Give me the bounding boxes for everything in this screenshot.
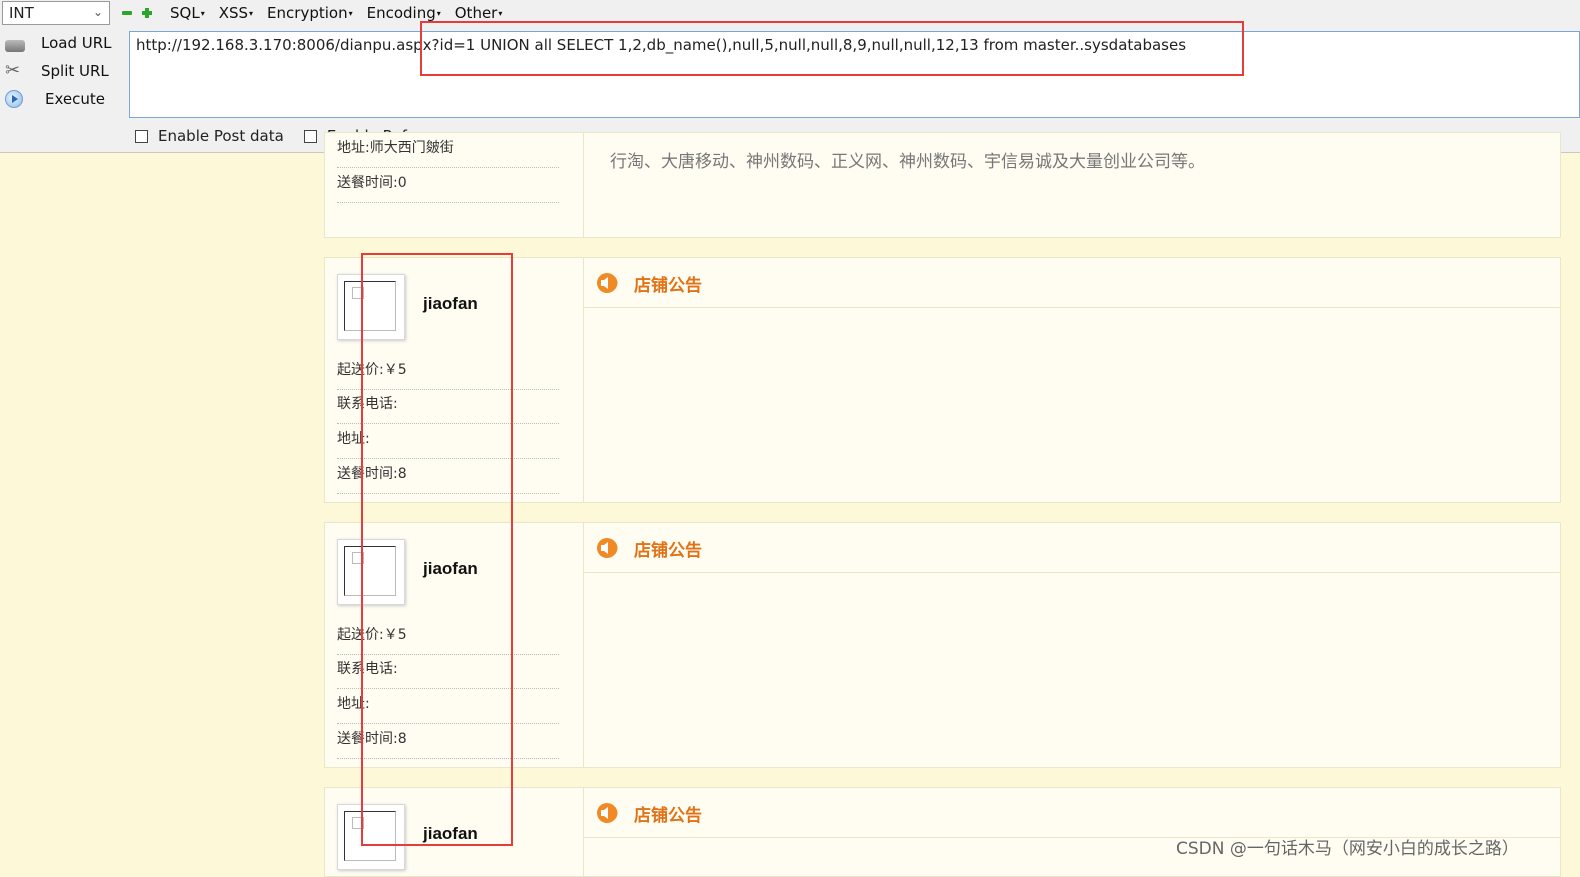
shop-min-price: 起送价:￥5 xyxy=(337,620,559,655)
menu-xss[interactable]: XSS▾ xyxy=(219,4,253,22)
broken-image-icon xyxy=(352,287,364,299)
divider xyxy=(584,307,1560,308)
split-url-label: Split URL xyxy=(41,62,109,80)
broken-image-icon xyxy=(352,817,364,829)
speaker-icon xyxy=(597,273,618,293)
execute-button[interactable]: Execute xyxy=(0,86,125,114)
notice-title: 店铺公告 xyxy=(634,805,702,826)
execute-label: Execute xyxy=(45,90,105,108)
menu-other[interactable]: Other▾ xyxy=(455,4,503,22)
shop-card-partial: 地址:师大西门皴街 送餐时间:0 行淘、大唐移动、神州数码、正义网、神州数码、宇… xyxy=(324,132,1561,238)
shop-notice: 行淘、大唐移动、神州数码、正义网、神州数码、宇信易诚及大量创业公司等。 xyxy=(584,133,1560,237)
split-url-button[interactable]: ✂ Split URL xyxy=(0,58,125,86)
chevron-down-icon: ⌄ xyxy=(92,5,103,19)
shop-name[interactable]: jiaofan xyxy=(423,824,478,844)
shop-delivery-time: 送餐时间:8 xyxy=(337,724,559,759)
divider xyxy=(584,572,1560,573)
menu-encryption[interactable]: Encryption▾ xyxy=(267,4,353,22)
enable-post-checkbox[interactable]: Enable Post data xyxy=(135,127,284,145)
load-url-icon xyxy=(5,40,25,52)
notice-header: 店铺公告 xyxy=(596,272,702,296)
hackbar-actions: Load URL ✂ Split URL Execute xyxy=(0,30,125,114)
checkbox-box[interactable] xyxy=(303,129,317,143)
shop-info: jiaofan 起送价:￥5 联系电话: 地址: 送餐时间:8 xyxy=(325,523,584,767)
shop-address: 地址: xyxy=(337,689,559,724)
notice-title: 店铺公告 xyxy=(634,275,702,296)
page-content: 地址:师大西门皴街 送餐时间:0 行淘、大唐移动、神州数码、正义网、神州数码、宇… xyxy=(0,132,1580,877)
plus-icon[interactable] xyxy=(140,6,154,20)
type-select-value: INT xyxy=(9,4,34,22)
shop-min-price: 起送价:￥5 xyxy=(337,355,559,390)
shop-image[interactable] xyxy=(337,539,405,605)
notice-text: 行淘、大唐移动、神州数码、正义网、神州数码、宇信易诚及大量创业公司等。 xyxy=(610,152,1205,172)
shop-info: jiaofan xyxy=(325,788,584,876)
shop-address: 地址:师大西门皴街 xyxy=(337,133,559,168)
broken-image-icon xyxy=(352,552,364,564)
checkbox-box[interactable] xyxy=(135,129,148,143)
speaker-icon xyxy=(597,803,618,823)
shop-name[interactable]: jiaofan xyxy=(423,294,478,314)
shop-info: 地址:师大西门皴街 送餐时间:0 xyxy=(325,133,584,237)
shop-info: jiaofan 起送价:￥5 联系电话: 地址: 送餐时间:8 xyxy=(325,258,584,502)
shop-address: 地址: xyxy=(337,424,559,459)
notice-header: 店铺公告 xyxy=(596,802,702,826)
shop-image[interactable] xyxy=(337,274,405,340)
menu-sql[interactable]: SQL▾ xyxy=(170,4,205,22)
menu-encoding[interactable]: Encoding▾ xyxy=(367,4,441,22)
scissors-icon: ✂ xyxy=(5,60,21,81)
watermark: CSDN @一句话木马（网安小白的成长之路） xyxy=(1176,839,1519,859)
shop-card: jiaofan 起送价:￥5 联系电话: 地址: 送餐时间:8 店铺公告 xyxy=(324,522,1561,768)
shop-card: jiaofan 起送价:￥5 联系电话: 地址: 送餐时间:8 店铺公告 xyxy=(324,257,1561,503)
notice-header: 店铺公告 xyxy=(596,537,702,561)
shop-delivery-time: 送餐时间:0 xyxy=(337,168,559,203)
minus-icon[interactable] xyxy=(120,6,134,20)
shop-phone: 联系电话: xyxy=(337,654,559,689)
hackbar-menubar: SQL▾ XSS▾ Encryption▾ Encoding▾ Other▾ xyxy=(120,2,506,24)
shop-phone: 联系电话: xyxy=(337,389,559,424)
type-select[interactable]: INT ⌄ xyxy=(2,1,110,25)
shop-card: jiaofan 店铺公告 xyxy=(324,787,1561,877)
load-url-label: Load URL xyxy=(41,34,112,52)
shop-delivery-time: 送餐时间:8 xyxy=(337,459,559,494)
shop-image[interactable] xyxy=(337,804,405,870)
shop-notice: 店铺公告 xyxy=(584,258,1560,502)
speaker-icon xyxy=(597,538,618,558)
notice-title: 店铺公告 xyxy=(634,540,702,561)
shop-notice: 店铺公告 xyxy=(584,788,1560,876)
load-url-button[interactable]: Load URL xyxy=(0,30,125,58)
enable-post-label: Enable Post data xyxy=(158,127,284,145)
shop-name[interactable]: jiaofan xyxy=(423,559,478,579)
url-textarea[interactable]: http://192.168.3.170:8006/dianpu.aspx?id… xyxy=(129,31,1580,118)
shop-notice: 店铺公告 xyxy=(584,523,1560,767)
hackbar-toolbar: INT ⌄ SQL▾ XSS▾ Encryption▾ Encoding▾ Ot… xyxy=(0,0,1580,153)
play-icon xyxy=(5,90,23,108)
